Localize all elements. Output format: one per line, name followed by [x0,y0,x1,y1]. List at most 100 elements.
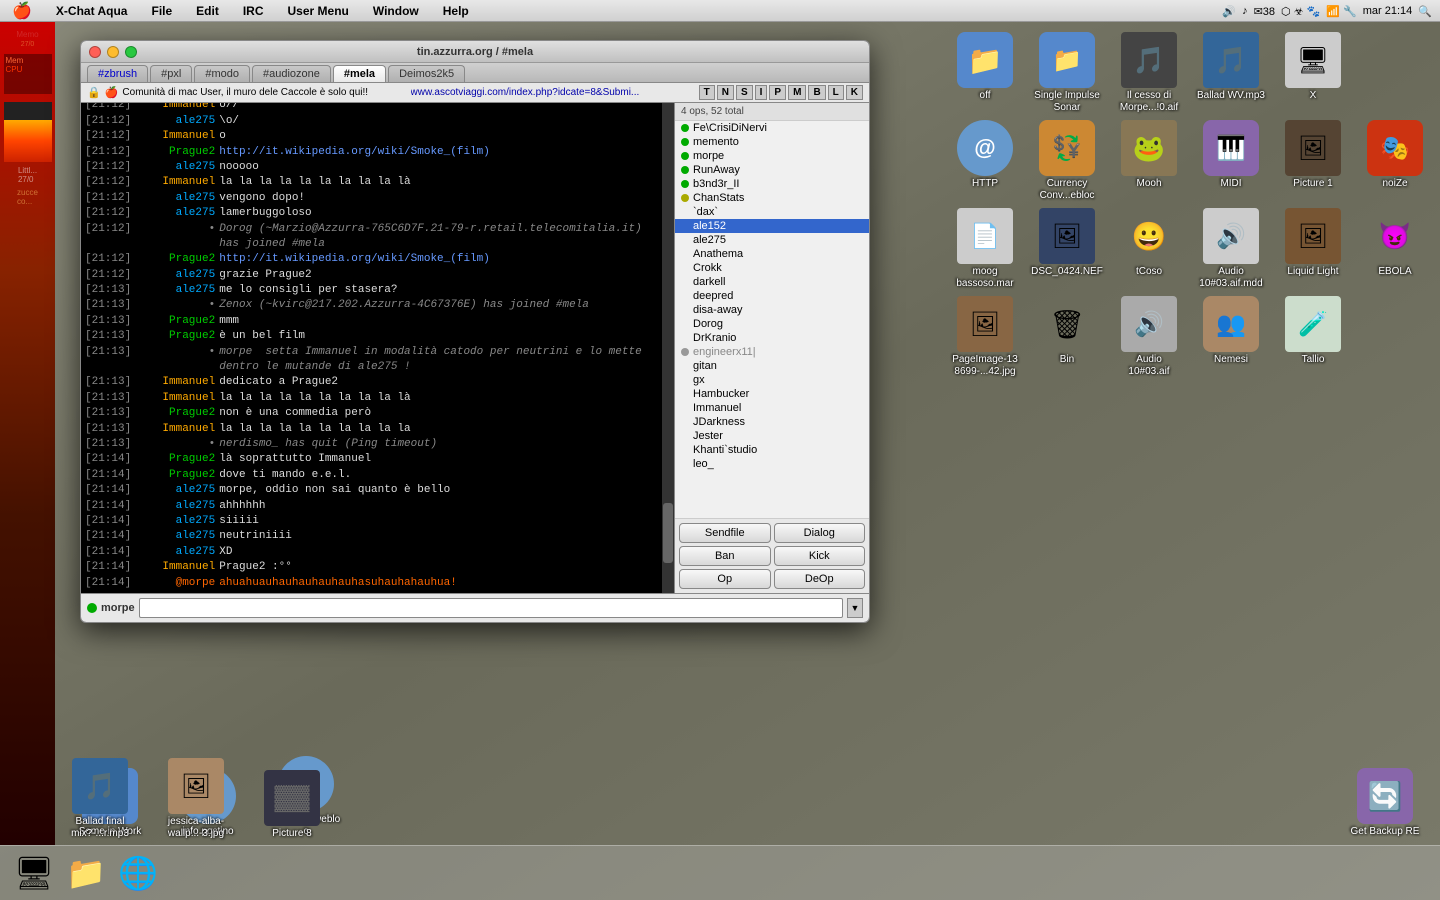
desktop-icon-single-impulse[interactable]: 📁 Single ImpulseSonar [1027,30,1107,116]
tab-zbrush[interactable]: #zbrush [87,65,148,82]
nick-list-item[interactable]: ChanStats [675,191,869,205]
desktop-icon-pageimage[interactable]: 🖼 PageImage-138699-...42.jpg [945,294,1025,380]
chat-nick: Prague2 [135,452,215,467]
menubar-search-icon[interactable]: 🔍 [1418,5,1432,18]
nick-status-dot [681,278,689,286]
nick-list-item[interactable]: Crokk [675,261,869,275]
desktop-icon-ballad-final[interactable]: 🎵 Ballad finalmix?-...r.mp3 [60,756,140,842]
desktop-icon-off[interactable]: 📁 off [945,30,1025,116]
desktop-icon-ebola[interactable]: 😈 EBOLA [1355,206,1435,292]
apple-menu[interactable]: 🍎 [8,1,36,21]
menu-xchat[interactable]: X-Chat Aqua [52,4,132,18]
desktop-icon-audio1003aif[interactable]: 🔊 Audio10#03.aif [1109,294,1189,380]
btn-N[interactable]: N [717,85,734,100]
nick-list-item[interactable]: gitan [675,359,869,373]
dock-item-3[interactable]: 🌐 [114,849,162,897]
chat-message: la la la la la la la la la la [219,422,658,437]
menu-edit[interactable]: Edit [192,4,223,18]
nick-list-item[interactable]: Jester [675,429,869,443]
desktop-icon-midi[interactable]: 🎹 MIDI [1191,118,1271,204]
dock-item-2[interactable]: 📁 [62,849,110,897]
nick-list-item[interactable]: Hambucker [675,387,869,401]
nick-list-item[interactable]: engineerx11| [675,345,869,359]
nick-list-item[interactable]: deepred [675,289,869,303]
tab-pxl[interactable]: #pxl [150,65,192,82]
chat-line: [21:12]ale275\o/ [85,114,658,129]
nick-list-item[interactable]: `dax` [675,205,869,219]
desktop-icon-audio1003mdd[interactable]: 🔊 Audio10#03.aif.mdd [1191,206,1271,292]
nick-list-item[interactable]: morpe [675,149,869,163]
desktop-icon-liquid-light[interactable]: 🖼 Liquid Light [1273,206,1353,292]
sendfile-button[interactable]: Sendfile [679,523,771,543]
menu-file[interactable]: File [147,4,176,18]
desktop-icon-tallio[interactable]: 🧪 Tallio [1273,294,1353,380]
chat-input[interactable] [139,598,843,618]
close-button[interactable] [89,46,101,58]
desktop-icon-nemesi[interactable]: 👥 Nemesi [1191,294,1271,380]
desktop-icon-noize[interactable]: 🎭 noiZe [1355,118,1435,204]
nick-list[interactable]: Fe\CrisiDiNervimementomorpeRunAwayb3nd3r… [675,121,869,518]
desktop-icon-picture8[interactable]: ▓▓ Picture 8 [252,768,332,842]
btn-T[interactable]: T [699,85,715,100]
tab-mela[interactable]: #mela [333,65,386,82]
desktop-icon-tcoso[interactable]: 😀 tCoso [1109,206,1189,292]
tab-modo[interactable]: #modo [194,65,250,82]
nick-list-item[interactable]: Dorog [675,317,869,331]
btn-L[interactable]: L [828,85,844,100]
menu-help[interactable]: Help [439,4,473,18]
nick-list-item[interactable]: DrKranio [675,331,869,345]
chat-time: [21:14] [85,545,131,560]
nick-list-item[interactable]: leo_ [675,457,869,471]
btn-B[interactable]: B [808,85,825,100]
deop-button[interactable]: DeOp [774,569,866,589]
nick-list-item[interactable]: Immanuel [675,401,869,415]
nick-list-item[interactable]: b3nd3r_II [675,177,869,191]
menu-irc[interactable]: IRC [239,4,268,18]
desktop-icon-ballad-wv[interactable]: 🎵 Ballad WV.mp3 [1191,30,1271,116]
nick-list-item[interactable]: JDarkness [675,415,869,429]
desktop-icon-bin[interactable]: 🗑 Bin [1027,294,1107,380]
desktop-icon-jessica[interactable]: 🖼 jessica-alba-wallp...-3.jpg [156,756,236,842]
desktop-icon-mooh[interactable]: 🐸 Mooh [1109,118,1189,204]
minimize-button[interactable] [107,46,119,58]
scroll-thumb[interactable] [663,503,673,563]
btn-M[interactable]: M [788,85,806,100]
menu-window[interactable]: Window [369,4,423,18]
nick-list-item[interactable]: Anathema [675,247,869,261]
kick-button[interactable]: Kick [774,546,866,566]
tab-audiozone[interactable]: #audiozone [252,65,331,82]
nick-list-item[interactable]: ale275 [675,233,869,247]
input-dropdown-button[interactable]: ▼ [847,598,863,618]
nick-list-item[interactable]: Khanti`studio [675,443,869,457]
chat-area[interactable]: [21:12]ale275o/[21:12]Immanuelo//[21:12]… [81,103,662,593]
nick-list-item[interactable]: Fe\CrisiDiNervi [675,121,869,135]
dock-item-1[interactable]: 🖥 [10,849,58,897]
desktop-icon-dsc0424[interactable]: 🖼 DSC_0424.NEF [1027,206,1107,292]
btn-P[interactable]: P [769,85,786,100]
chat-scrollbar[interactable] [662,103,674,593]
desktop-icon-http[interactable]: @ HTTP [945,118,1025,204]
desktop-icon-cesso[interactable]: 🎵 Il cesso diMorpe...!0.aif [1109,30,1189,116]
desktop-icon-X[interactable]: 🖥 X [1273,30,1353,116]
btn-I[interactable]: I [755,85,768,100]
ban-button[interactable]: Ban [679,546,771,566]
btn-K[interactable]: K [846,85,863,100]
dialog-button[interactable]: Dialog [774,523,866,543]
op-button[interactable]: Op [679,569,771,589]
nick-list-item[interactable]: gx [675,373,869,387]
desktop-icon-currency[interactable]: 💱 CurrencyConv...ebloc [1027,118,1107,204]
menu-usermenu[interactable]: User Menu [284,4,353,18]
nick-list-item[interactable]: disa-away [675,303,869,317]
tab-deimos[interactable]: Deimos2k5 [388,65,465,82]
desktop-icon-moog-bassoso[interactable]: 📄 moogbassoso.mar [945,206,1025,292]
chat-nick: • [135,298,215,313]
chat-nick: Prague2 [135,145,215,160]
desktop-icon-picture1[interactable]: 🖼 Picture 1 [1273,118,1353,204]
maximize-button[interactable] [125,46,137,58]
desktop-icon-get-backup[interactable]: 🔄 Get Backup RE [1345,766,1425,840]
btn-S[interactable]: S [736,85,753,100]
nick-list-item[interactable]: memento [675,135,869,149]
nick-list-item[interactable]: darkell [675,275,869,289]
nick-list-item[interactable]: ale152 [675,219,869,233]
nick-list-item[interactable]: RunAway [675,163,869,177]
